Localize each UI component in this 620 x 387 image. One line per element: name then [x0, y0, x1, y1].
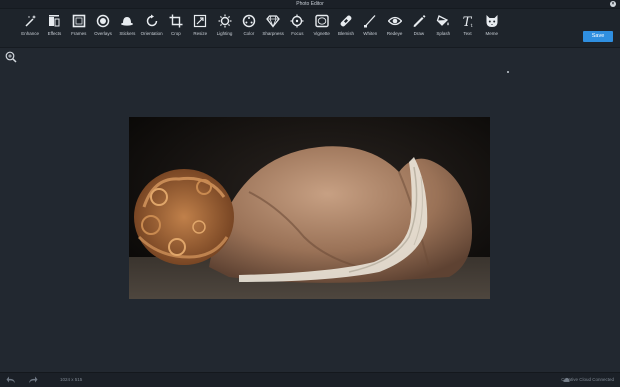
effects-icon: [49, 15, 60, 27]
vignette-icon: [315, 14, 329, 28]
save-button[interactable]: Save: [583, 31, 613, 42]
orientation-icon: [146, 14, 157, 27]
tool-crop[interactable]: Crop: [164, 14, 188, 44]
tool-label: Lighting: [216, 31, 233, 36]
status-bar: 1024 x 515 Creative Cloud Connected: [0, 372, 620, 387]
toolbar: Enhance Effects Frames Overlays Stickers…: [0, 9, 620, 48]
tool-label: Draw: [413, 31, 425, 36]
magic-wand-icon: [25, 15, 37, 27]
zoom-in-icon[interactable]: [5, 51, 17, 63]
whiten-icon: [364, 15, 376, 28]
tool-enhance[interactable]: Enhance: [18, 14, 42, 44]
focus-icon: [290, 14, 304, 28]
tool-stickers[interactable]: Stickers: [115, 14, 139, 44]
tool-label: Focus: [291, 31, 304, 36]
stickers-icon: [121, 17, 134, 26]
tool-splash[interactable]: Splash: [431, 14, 455, 44]
tool-color[interactable]: Color: [237, 14, 261, 44]
meme-icon: [486, 15, 498, 27]
tool-draw[interactable]: Draw: [407, 14, 431, 44]
tool-label: Whiten: [363, 31, 378, 36]
tool-label: Stickers: [119, 31, 136, 36]
image-dimensions: 1024 x 515: [60, 377, 83, 382]
tool-sharpness[interactable]: Sharpness: [261, 14, 285, 44]
tool-whiten[interactable]: Whiten: [358, 14, 382, 44]
tool-label: Overlays: [94, 31, 112, 36]
undo-icon[interactable]: [6, 376, 16, 384]
tool-label: Effects: [47, 31, 62, 36]
tool-label: Blemish: [338, 31, 355, 36]
crop-icon: [169, 14, 183, 28]
overlays-icon: [96, 14, 110, 28]
tool-meme[interactable]: Meme: [480, 14, 504, 44]
tool-vignette[interactable]: Vignette: [310, 14, 334, 44]
tool-label: Enhance: [21, 31, 40, 36]
tool-orientation[interactable]: Orientation: [139, 14, 163, 44]
tool-effects[interactable]: Effects: [42, 14, 66, 44]
cursor-dot: [507, 71, 509, 73]
svg-text:t: t: [471, 23, 473, 28]
cloud-status: Creative Cloud Connected: [561, 377, 614, 382]
tool-blemish[interactable]: Blemish: [334, 14, 358, 44]
tool-label: Frames: [71, 31, 87, 36]
frames-icon: [72, 14, 86, 28]
photo-image: [129, 117, 490, 299]
tool-label: Vignette: [313, 31, 330, 36]
tool-frames[interactable]: Frames: [67, 14, 91, 44]
tool-redeye[interactable]: Redeye: [382, 14, 406, 44]
tool-label: Meme: [485, 31, 499, 36]
draw-icon: [413, 15, 426, 27]
window-title: Photo Editor: [296, 1, 324, 7]
splash-icon: [436, 15, 449, 26]
tool-label: Crop: [171, 31, 181, 36]
close-icon[interactable]: ×: [610, 1, 616, 7]
tool-label: Splash: [436, 31, 451, 36]
text-icon: Tt: [463, 15, 473, 28]
redeye-icon: [387, 16, 402, 26]
tool-focus[interactable]: Focus: [285, 14, 309, 44]
tool-label: Color: [243, 31, 255, 36]
photo-canvas[interactable]: [129, 117, 490, 299]
redo-icon[interactable]: [28, 376, 38, 384]
blemish-icon: [340, 15, 352, 27]
tool-resize[interactable]: Resize: [188, 14, 212, 44]
color-icon: [242, 14, 256, 28]
title-bar: Photo Editor ×: [0, 0, 620, 9]
sharpness-icon: [266, 15, 280, 28]
tool-lighting[interactable]: Lighting: [212, 14, 236, 44]
resize-icon: [194, 14, 207, 28]
tool-text[interactable]: Tt Text: [455, 14, 479, 44]
tool-label: Orientation: [140, 31, 163, 36]
tool-label: Sharpness: [262, 31, 284, 36]
tool-label: Text: [463, 31, 472, 36]
tool-list: Enhance Effects Frames Overlays Stickers…: [18, 14, 504, 44]
lighting-icon: [218, 14, 232, 28]
tool-label: Resize: [193, 31, 208, 36]
tool-overlays[interactable]: Overlays: [91, 14, 115, 44]
tool-label: Redeye: [386, 31, 403, 36]
